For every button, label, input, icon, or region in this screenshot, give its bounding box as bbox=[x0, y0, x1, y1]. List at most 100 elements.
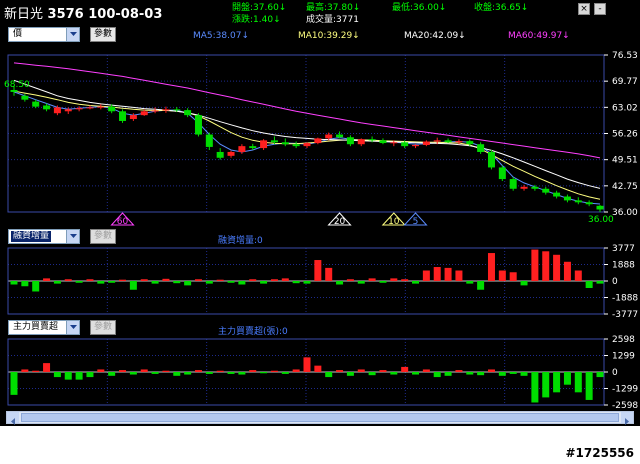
margin-bar bbox=[129, 281, 137, 290]
mainforce-bar bbox=[205, 372, 213, 374]
y-tick-label: 1888 bbox=[612, 261, 635, 271]
mainforce-bar bbox=[270, 370, 278, 372]
candle-body bbox=[281, 142, 289, 145]
margin-bar bbox=[140, 279, 148, 281]
candle-body bbox=[227, 151, 235, 156]
candle-body bbox=[140, 111, 148, 116]
mainforce-bar bbox=[563, 372, 571, 385]
y-tick-label: 76.53 bbox=[612, 51, 638, 61]
margin-bar bbox=[422, 270, 430, 281]
mainforce-bar bbox=[422, 369, 430, 372]
candle-body bbox=[346, 137, 354, 145]
candle-body bbox=[477, 144, 485, 152]
candle-body bbox=[43, 105, 51, 110]
margin-bar bbox=[260, 281, 268, 284]
mainforce-bar bbox=[184, 372, 192, 375]
candle-body bbox=[520, 186, 528, 189]
scroll-left-button[interactable] bbox=[7, 412, 19, 425]
mainforce-bar bbox=[32, 370, 40, 372]
mainforce-bar bbox=[357, 369, 365, 372]
margin-bar bbox=[86, 279, 94, 281]
mainforce-bar bbox=[10, 372, 18, 395]
margin-bar bbox=[227, 281, 235, 283]
margin-bar bbox=[303, 281, 311, 284]
candle-body bbox=[75, 108, 83, 110]
scrollbar-thumb[interactable] bbox=[21, 413, 619, 422]
mainforce-bar bbox=[444, 372, 452, 376]
margin-bar bbox=[390, 278, 398, 281]
margin-bar bbox=[151, 281, 159, 284]
candle-body bbox=[238, 146, 246, 152]
margin-bar bbox=[194, 279, 202, 281]
y-tick-label: 42.75 bbox=[612, 182, 638, 192]
margin-bar bbox=[325, 267, 333, 281]
mainforce-bar bbox=[553, 372, 561, 393]
margin-bar bbox=[585, 281, 593, 288]
stock-chart-canvas: 76.53 69.77 63.02 56.26 49.51 42.75 36.00 3777 1… bbox=[4, 51, 638, 411]
y-tick-label: 49.51 bbox=[612, 156, 638, 166]
margin-bar bbox=[542, 251, 550, 281]
y-tick-label: -3777 bbox=[612, 310, 638, 320]
ma-marker-label: 20 bbox=[334, 217, 346, 227]
margin-bar bbox=[162, 278, 170, 281]
margin-bar bbox=[205, 281, 213, 284]
scroll-right-button[interactable] bbox=[621, 412, 633, 425]
candle-body bbox=[585, 202, 593, 205]
y-tick-label: -2598 bbox=[612, 401, 638, 411]
y-tick-label: -1888 bbox=[612, 294, 638, 304]
margin-bar bbox=[563, 261, 571, 281]
candlesticks bbox=[10, 86, 604, 212]
mainforce-bar bbox=[292, 369, 300, 372]
candle-body bbox=[574, 200, 582, 203]
ma-markers: 60 20 10 5 bbox=[110, 212, 428, 227]
margin-bar bbox=[346, 279, 354, 281]
candle-body bbox=[368, 139, 376, 141]
candle-body bbox=[205, 134, 213, 147]
ma-marker-label: 60 bbox=[117, 217, 129, 227]
mainforce-bar bbox=[477, 372, 485, 376]
candle-body bbox=[336, 134, 344, 138]
candle-body bbox=[303, 143, 311, 147]
max-price-label: 68.50 bbox=[4, 80, 30, 90]
margin-bar bbox=[487, 253, 495, 281]
margin-bar bbox=[368, 278, 376, 281]
margin-bar bbox=[281, 278, 289, 281]
candle-body bbox=[10, 89, 18, 92]
margin-bar bbox=[53, 281, 61, 284]
candle-body bbox=[108, 106, 116, 112]
candle-body bbox=[249, 146, 257, 149]
margin-bar bbox=[357, 281, 365, 284]
candle-body bbox=[542, 188, 550, 193]
mainforce-bar bbox=[531, 372, 539, 403]
candle-body bbox=[509, 179, 517, 189]
candle-body bbox=[563, 196, 571, 201]
margin-bar bbox=[553, 254, 561, 281]
mainforce-bar bbox=[346, 372, 354, 376]
candle-body bbox=[401, 142, 409, 147]
mainforce-bar bbox=[281, 372, 289, 374]
candle-body bbox=[314, 138, 322, 144]
margin-bar bbox=[477, 281, 485, 290]
ma20-line bbox=[13, 79, 601, 189]
mainforce-bar bbox=[75, 372, 83, 380]
mainforce-bar bbox=[596, 372, 604, 378]
candle-body bbox=[390, 142, 398, 144]
candle-body bbox=[553, 192, 561, 197]
candle-body bbox=[455, 141, 463, 143]
ma-marker-label: 5 bbox=[413, 217, 419, 227]
mainforce-bars bbox=[10, 357, 604, 403]
margin-bar bbox=[498, 270, 506, 281]
horizontal-scrollbar[interactable] bbox=[6, 411, 634, 425]
margin-bar bbox=[10, 281, 18, 285]
min-price-label: 36.00 bbox=[588, 215, 614, 225]
candle-body bbox=[357, 139, 365, 145]
candle-body bbox=[86, 107, 94, 109]
mainforce-bar bbox=[108, 372, 116, 376]
mainforce-bar bbox=[53, 372, 61, 378]
margin-bar bbox=[32, 281, 40, 292]
y-tick-label: 69.77 bbox=[612, 77, 638, 87]
mainforce-bar bbox=[216, 370, 224, 372]
candle-body bbox=[184, 110, 192, 116]
candle-body bbox=[444, 140, 452, 143]
margin-bar bbox=[64, 279, 72, 281]
